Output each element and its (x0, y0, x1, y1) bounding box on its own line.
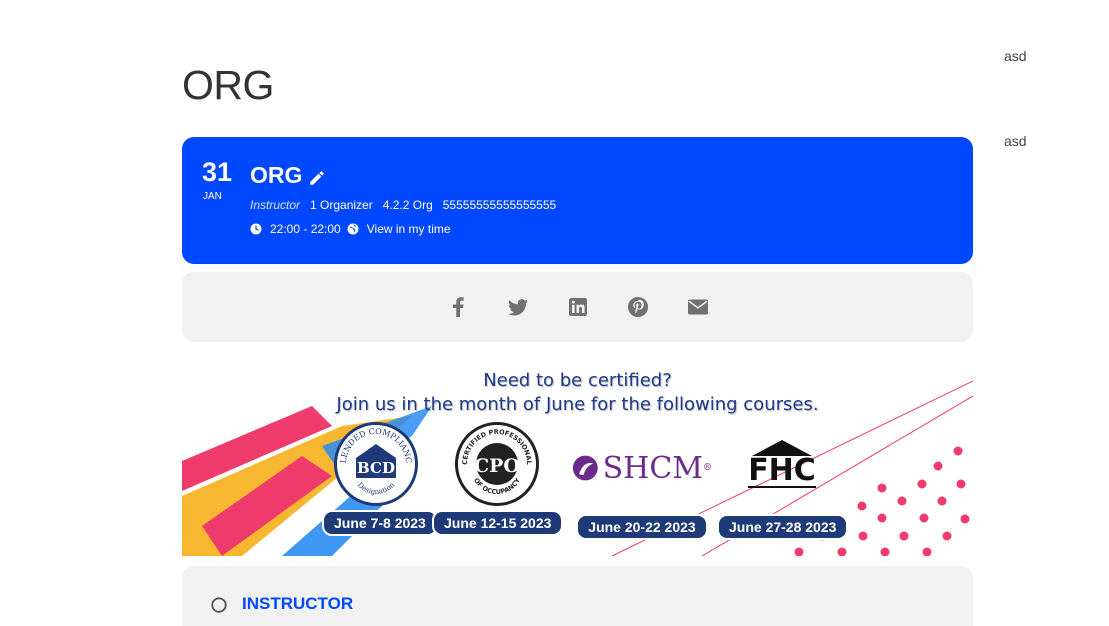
event-time: 22:00 - 22:00 (270, 222, 341, 236)
course-date-fhc: June 27-28 2023 (717, 514, 849, 540)
course-date-bcd: June 7-8 2023 (322, 510, 438, 536)
event-code: 55555555555555555 (442, 198, 557, 212)
shcm-registered-mark: ® (703, 463, 712, 473)
instructor-name[interactable]: 1 Organizer (310, 198, 373, 212)
banner-headline: Need to be certified? (483, 370, 672, 391)
cpo-logo: CERTIFIED PROFESSIONAL OF OCCUPANCY CPO (455, 422, 539, 506)
user-icon (210, 596, 228, 619)
globe-icon (347, 223, 359, 235)
event-title-row: ORG (250, 162, 326, 189)
bcd-logo-text: BCD (357, 459, 395, 477)
sidebar-text-2[interactable]: asd (1004, 133, 1027, 149)
instructor-label: Instructor (250, 198, 301, 212)
twitter-icon[interactable] (508, 297, 528, 317)
linkedin-icon[interactable] (568, 297, 588, 317)
pencil-icon[interactable] (308, 169, 326, 187)
facebook-icon[interactable] (448, 297, 468, 317)
course-date-shcm: June 20-22 2023 (576, 514, 708, 540)
clock-icon (250, 223, 262, 235)
event-date-day: 31 (202, 157, 233, 187)
event-meta: Instructor 1 Organizer 4.2.2 Org 5555555… (250, 198, 566, 212)
shcm-logo-text: SHCM (602, 450, 703, 486)
instructor-heading: INSTRUCTOR (242, 594, 354, 613)
sidebar-text-1[interactable]: asd (1004, 48, 1027, 64)
banner-subheadline: Join us in the month of June for the fol… (336, 394, 819, 415)
course-date-cpo: June 12-15 2023 (432, 510, 564, 536)
cpo-logo-text: CPO (474, 455, 520, 477)
share-bar (182, 272, 973, 342)
event-title: ORG (250, 162, 303, 188)
shcm-emblem-icon (572, 455, 598, 481)
email-icon[interactable] (688, 297, 708, 317)
certification-banner[interactable]: Need to be certified? Join us in the mon… (182, 366, 973, 556)
shcm-logo: SHCM ® (572, 438, 712, 498)
bcd-logo: BLENDED COMPLIANCE Designation BCD (334, 422, 418, 506)
course-fhc: FHC June 27-28 2023 (717, 428, 849, 540)
view-in-my-time-link[interactable]: View in my time (367, 222, 451, 236)
course-cpo: CERTIFIED PROFESSIONAL OF OCCUPANCY CPO … (432, 422, 564, 536)
event-card: 31 JAN ORG Instructor 1 Organizer 4.2.2 … (182, 137, 973, 264)
event-time-row: 22:00 - 22:00 View in my time (250, 222, 457, 236)
svg-text:Designation: Designation (356, 481, 397, 497)
pinterest-icon[interactable] (628, 297, 648, 317)
event-date-month: JAN (203, 191, 222, 202)
page-title: ORG (182, 62, 274, 108)
course-shcm: SHCM ® June 20-22 2023 (572, 438, 712, 540)
org-name[interactable]: 4.2.2 Org (383, 198, 433, 212)
fhc-logo: FHC (717, 428, 847, 488)
instructor-section: INSTRUCTOR (182, 566, 973, 626)
fhc-logo-text: FHC (748, 453, 816, 488)
bcd-ring-bottom: Designation (356, 481, 397, 497)
course-bcd: BLENDED COMPLIANCE Designation BCD June … (322, 422, 438, 536)
